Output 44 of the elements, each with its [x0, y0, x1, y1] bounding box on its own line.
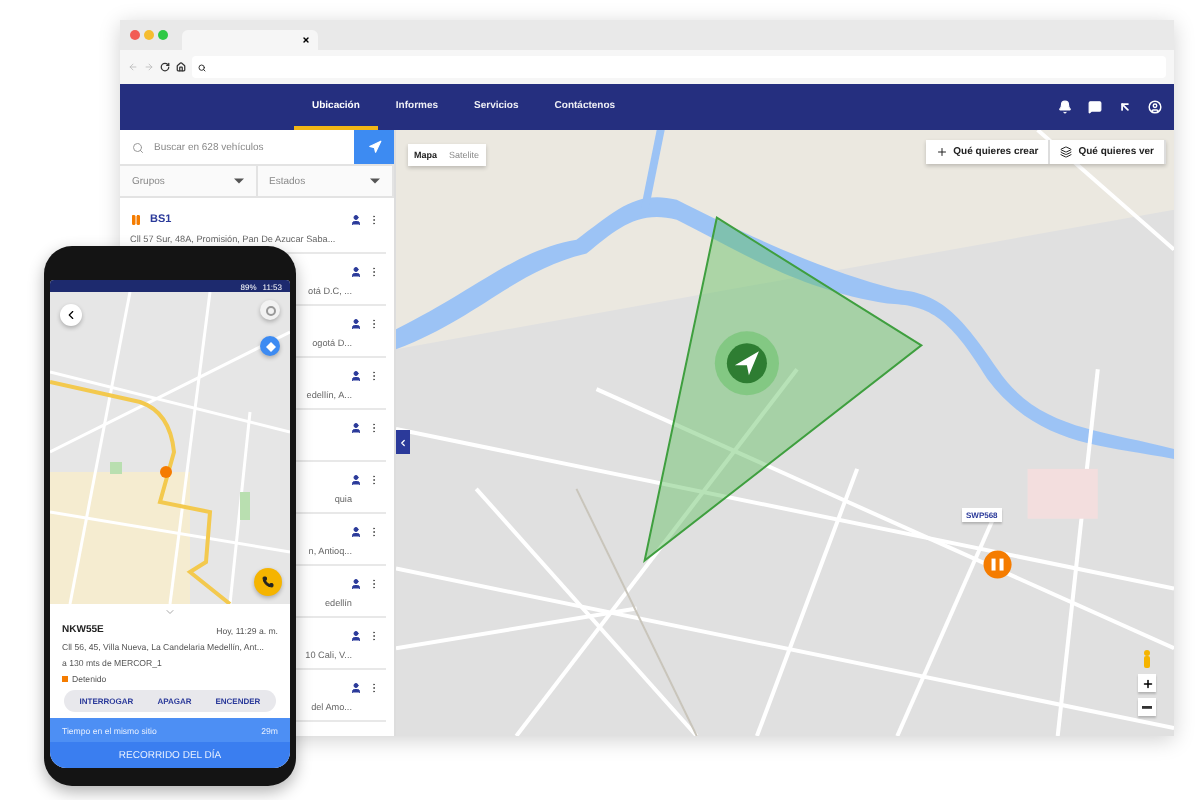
caret-icon [233, 178, 243, 184]
person-icon[interactable] [350, 577, 362, 589]
diamond-icon [265, 341, 275, 352]
caret-icon [370, 178, 380, 184]
person-icon[interactable] [350, 213, 362, 225]
close-icon[interactable] [302, 36, 310, 44]
settings-button[interactable] [260, 300, 280, 321]
search-icon [198, 63, 206, 71]
plus-icon [935, 146, 948, 158]
person-icon[interactable] [350, 629, 362, 641]
address-field[interactable] [192, 56, 1166, 78]
back-button[interactable] [60, 304, 82, 327]
person-icon[interactable] [350, 369, 362, 381]
pause-icon [130, 213, 142, 225]
directions-button[interactable] [260, 336, 280, 357]
chat-icon[interactable] [1088, 100, 1102, 114]
locate-vehicle-button[interactable] [354, 130, 394, 164]
search-icon [132, 141, 144, 153]
maximize-window-dot[interactable] [158, 30, 168, 40]
person-icon[interactable] [350, 265, 362, 277]
zoom-out-button[interactable] [1138, 698, 1156, 716]
minus-icon [1142, 705, 1152, 709]
layers-icon [1060, 146, 1073, 158]
person-icon[interactable] [350, 421, 362, 433]
plus-icon [1141, 677, 1153, 689]
home-icon[interactable] [176, 62, 186, 72]
settings-icon [265, 305, 275, 316]
minimize-window-dot[interactable] [144, 30, 154, 40]
zoom-in-button[interactable] [1138, 674, 1156, 692]
person-icon[interactable] [350, 525, 362, 537]
stopped-status-icon [62, 676, 68, 683]
close-window-dot[interactable] [130, 30, 140, 40]
user-account-icon[interactable] [1148, 100, 1162, 114]
person-icon[interactable] [350, 681, 362, 693]
person-icon[interactable] [350, 317, 362, 329]
chevron-left-icon [64, 308, 78, 323]
call-button[interactable] [254, 568, 282, 597]
reload-icon[interactable] [160, 62, 170, 72]
person-icon[interactable] [350, 473, 362, 485]
arrow-icon[interactable] [1118, 100, 1132, 114]
notification-bell-icon[interactable] [1058, 100, 1072, 114]
collapse-sidebar-button[interactable] [396, 430, 410, 454]
phone-icon [262, 576, 274, 589]
chevron-left-icon [398, 437, 408, 447]
